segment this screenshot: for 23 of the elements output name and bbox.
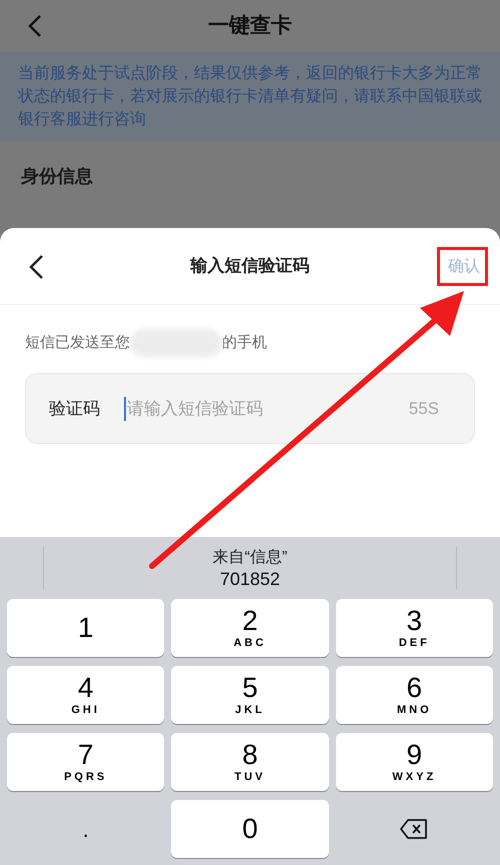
code-suggestion[interactable]: 来自“信息” 701852	[44, 546, 456, 590]
sent-text: 短信已发送至您	[25, 332, 130, 353]
sheet-title: 输入短信验证码	[190, 255, 310, 278]
sent-text: 的手机	[222, 332, 267, 353]
number-key[interactable]: 5 JKL	[171, 666, 329, 724]
number-key[interactable]: 1	[7, 599, 164, 657]
back-icon[interactable]	[28, 255, 44, 279]
number-key[interactable]: 0	[171, 800, 329, 858]
number-key[interactable]: 7 PQRS	[7, 733, 164, 791]
field-label: 验证码	[49, 398, 101, 420]
backspace-icon[interactable]	[400, 819, 428, 839]
number-key[interactable]: 3 DEF	[336, 599, 493, 657]
notice-text: 当前服务处于试点阶段，结果仅供参考，返回的银行卡大多为正常状态的银行卡，若对展示的银行卡清单有疑问，请联系中国银联或银行客服进行咨询	[18, 64, 482, 130]
number-key[interactable]: 4 GHI	[7, 666, 164, 724]
dot-key[interactable]: .	[7, 800, 164, 858]
number-key[interactable]: 9 WXYZ	[336, 733, 493, 791]
code-input-field[interactable]: 请输入短信验证码	[127, 396, 409, 422]
number-key[interactable]: 8 TUV	[171, 733, 329, 791]
section-title: 身份信息	[20, 165, 94, 188]
page-title: 一键查卡	[208, 13, 292, 40]
number-key[interactable]: 6 MNO	[336, 666, 493, 724]
countdown-text: 55S	[408, 398, 439, 420]
number-key[interactable]: 2 ABC	[171, 599, 329, 657]
